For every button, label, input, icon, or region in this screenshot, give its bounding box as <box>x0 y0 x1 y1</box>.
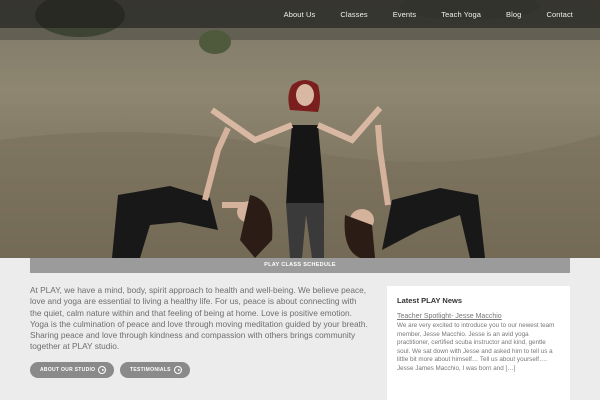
nav-contact[interactable]: Contact <box>546 10 573 19</box>
news-post-link[interactable]: Teacher Spotlight- Jesse Macchio <box>397 313 560 320</box>
about-studio-label: ABOUT OUR STUDIO <box>40 367 96 373</box>
play-circle-icon <box>98 366 106 374</box>
main-nav: About Us Classes Events Teach Yoga Blog … <box>0 0 600 28</box>
nav-teach-yoga[interactable]: Teach Yoga <box>441 10 481 19</box>
news-widget: Latest PLAY News Teacher Spotlight- Jess… <box>387 286 570 400</box>
about-studio-button[interactable]: ABOUT OUR STUDIO <box>30 362 114 378</box>
nav-classes[interactable]: Classes <box>340 10 367 19</box>
testimonials-button[interactable]: TESTIMONIALS <box>120 362 190 378</box>
nav-events[interactable]: Events <box>393 10 417 19</box>
hero-image <box>0 0 600 258</box>
intro-text: At PLAY, we have a mind, body, spirit ap… <box>30 285 368 352</box>
play-circle-icon <box>174 366 182 374</box>
news-title: Latest PLAY News <box>397 296 463 305</box>
class-schedule-button[interactable]: PLAY CLASS SCHEDULE <box>30 258 570 273</box>
news-post-excerpt: We are very excited to introduce you to … <box>397 322 555 372</box>
nav-blog[interactable]: Blog <box>506 10 521 19</box>
nav-about-us[interactable]: About Us <box>284 10 316 19</box>
testimonials-label: TESTIMONIALS <box>130 367 171 373</box>
